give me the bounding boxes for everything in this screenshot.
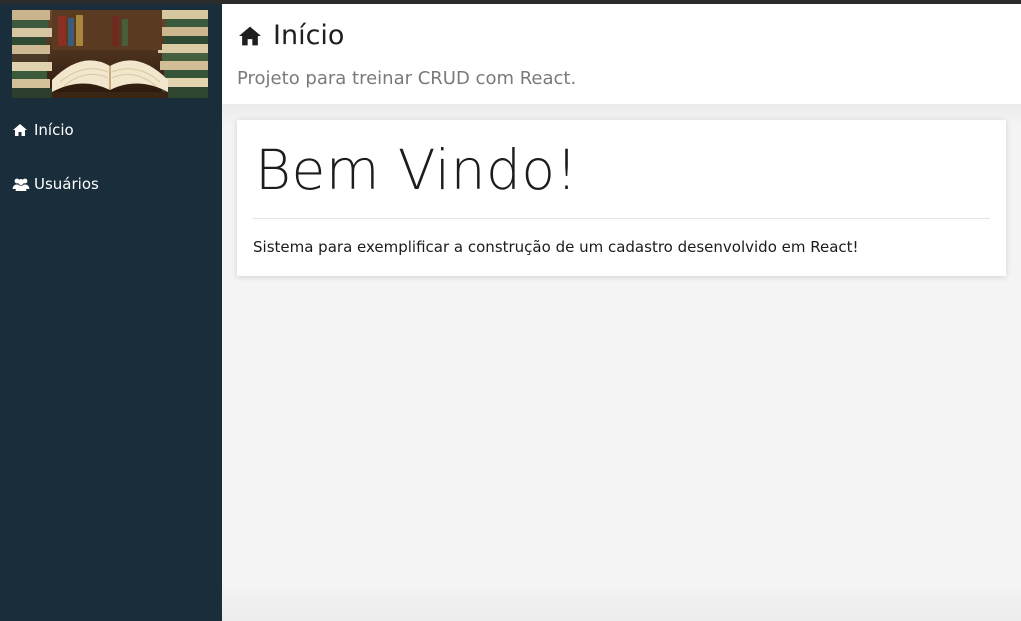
logo-books-image[interactable]: [12, 10, 208, 98]
sidebar-item-inicio[interactable]: Início: [12, 118, 74, 142]
page-title-text: Início: [273, 20, 345, 51]
welcome-heading: Bem Vindo!: [255, 138, 579, 202]
books-image: [12, 10, 208, 98]
welcome-card: Bem Vindo! Sistema para exemplificar a c…: [237, 120, 1006, 276]
home-icon: [12, 122, 32, 138]
sidebar: Início Usuários: [0, 4, 222, 621]
home-icon: [237, 24, 265, 48]
users-icon: [12, 176, 32, 192]
divider: [253, 218, 990, 219]
sidebar-item-label: Usuários: [34, 175, 99, 193]
sidebar-item-label: Início: [34, 121, 74, 139]
welcome-text: Sistema para exemplificar a construção d…: [253, 238, 859, 256]
page-header: Início Projeto para treinar CRUD com Rea…: [222, 4, 1021, 104]
page-title: Início: [237, 20, 344, 51]
sidebar-item-usuarios[interactable]: Usuários: [12, 172, 99, 196]
page-subtitle: Projeto para treinar CRUD com React.: [237, 68, 577, 89]
